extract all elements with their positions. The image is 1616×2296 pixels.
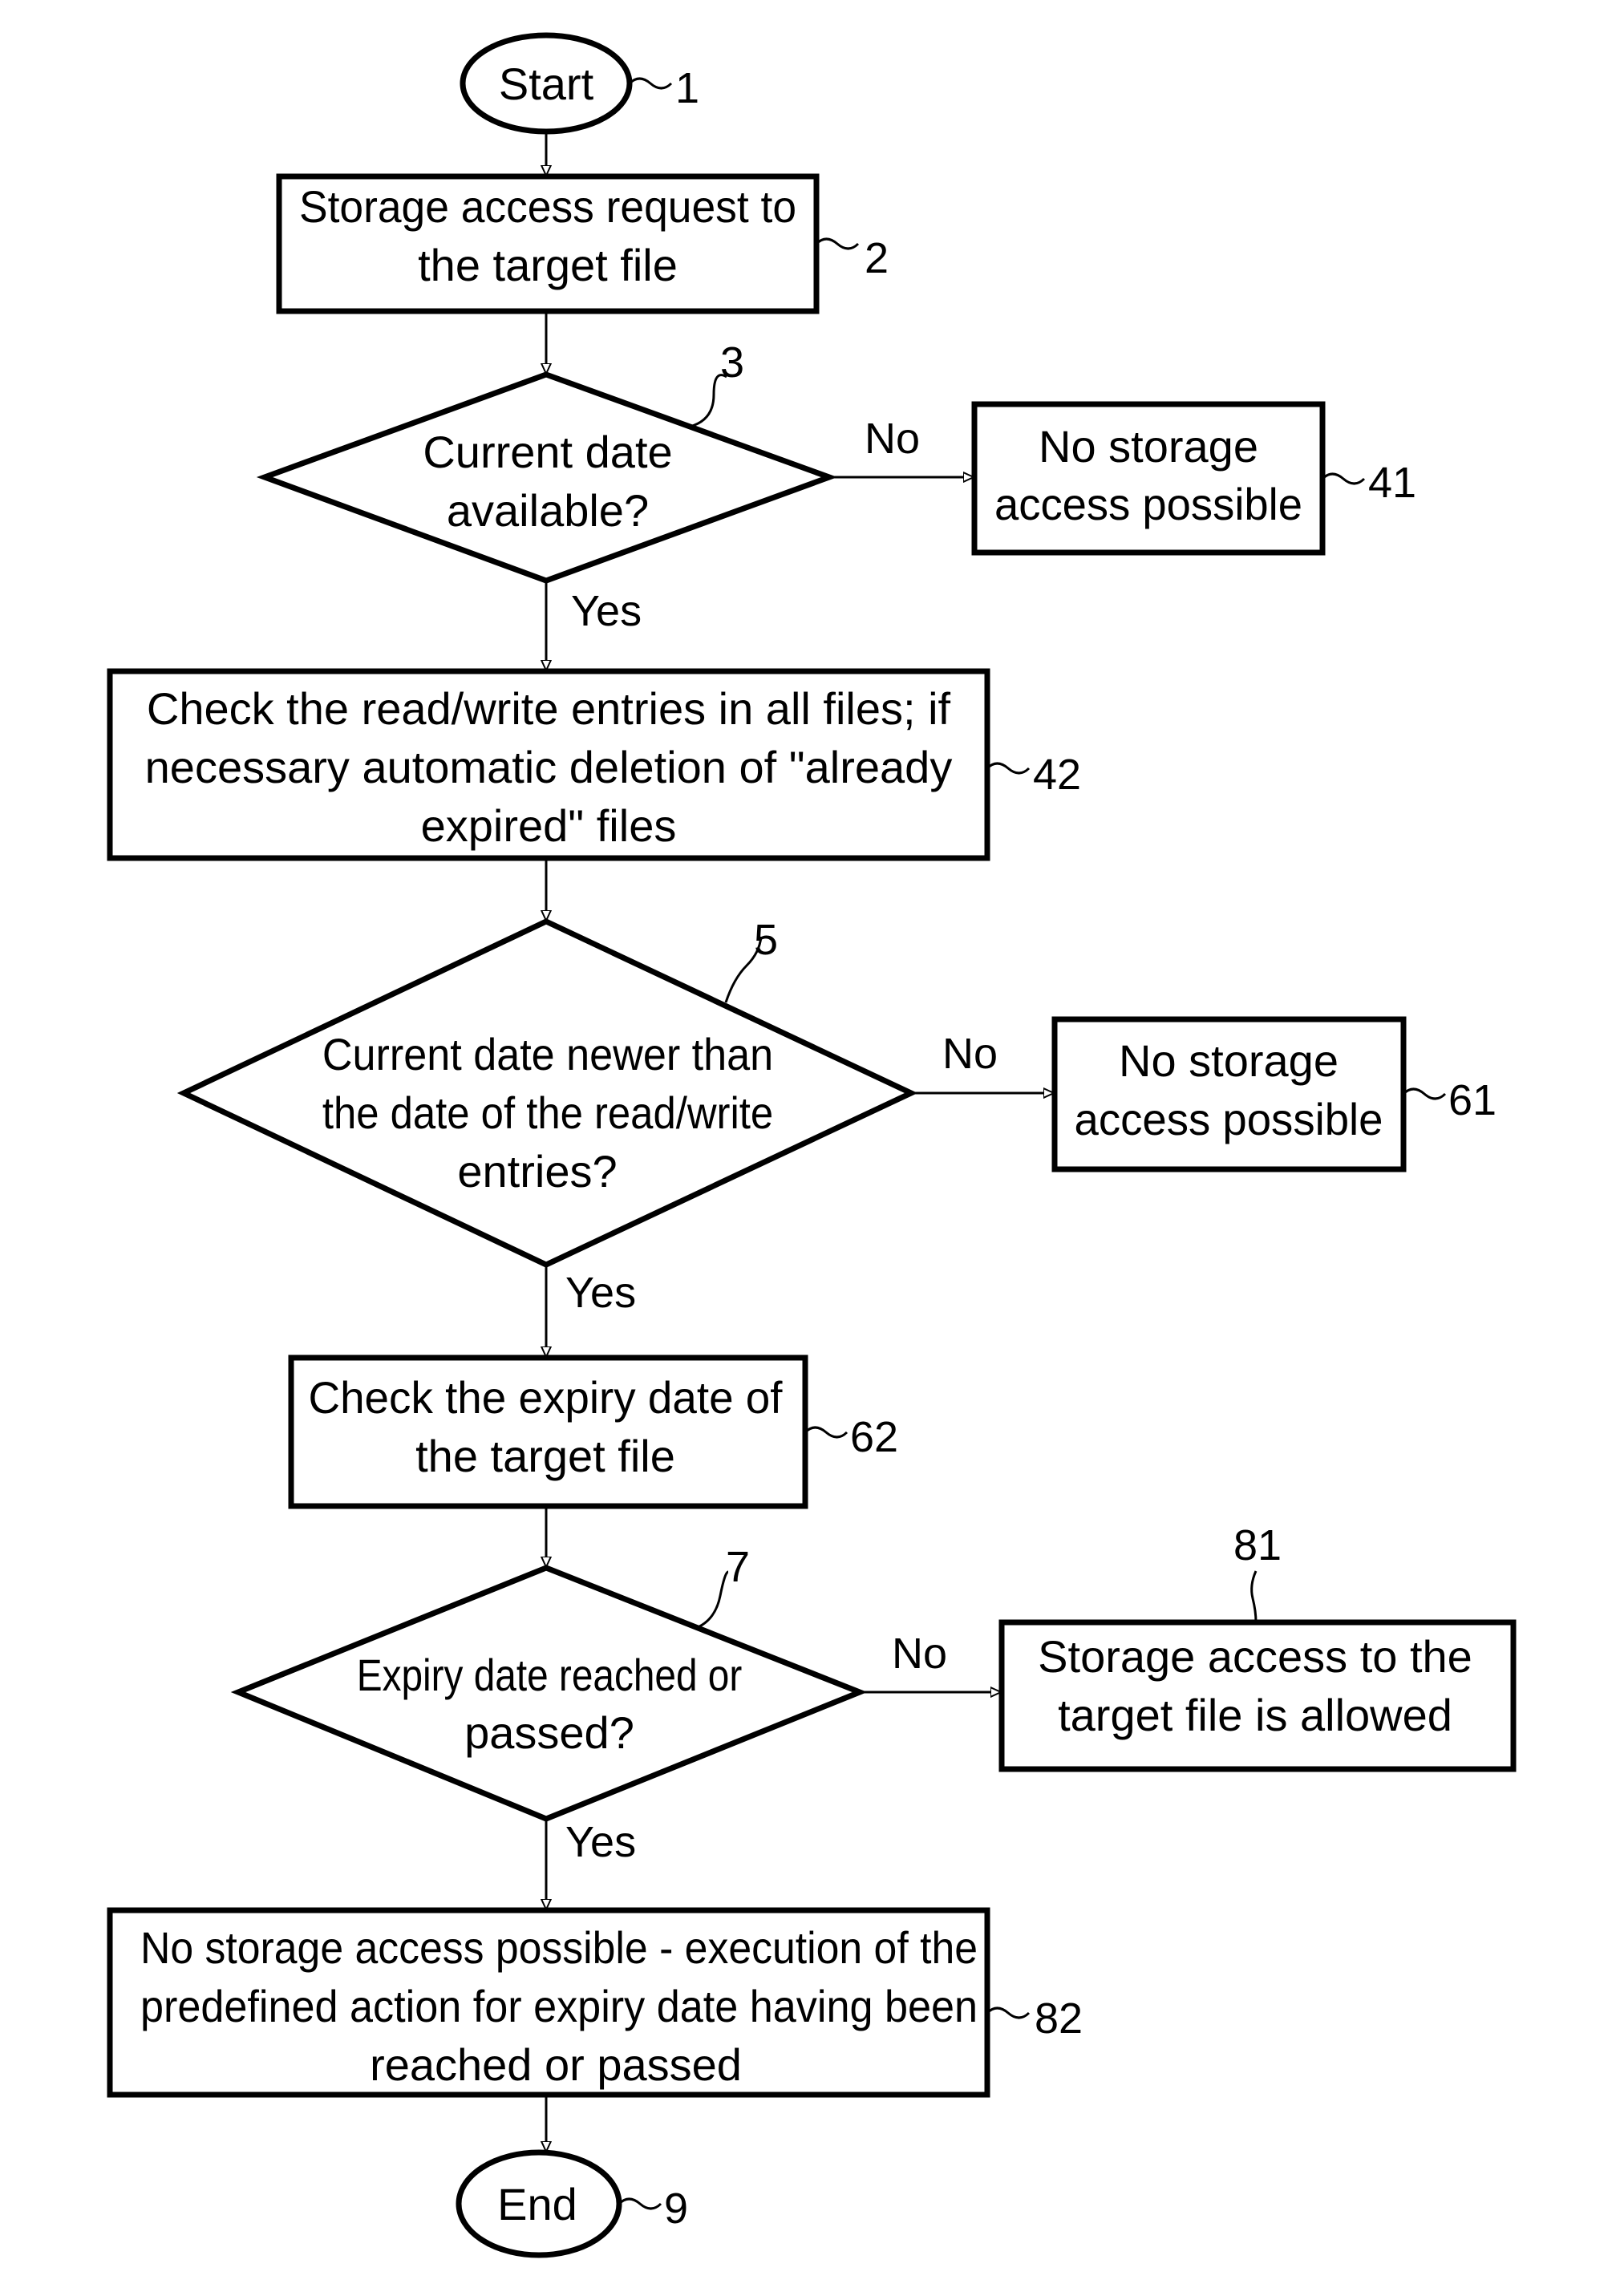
ref-7: 7 [726, 1543, 750, 1591]
node-start-text: Start [499, 59, 594, 109]
node-no-access-2-line-2: access possible [1075, 1094, 1383, 1144]
ref-61: 61 [1448, 1076, 1497, 1124]
node-date-newer-line-3: entries? [457, 1146, 617, 1197]
node-predefined-action-line-3: reached or passed [370, 2039, 742, 2090]
node-check-expiry-line-1: Check the expiry date of [309, 1372, 783, 1423]
node-date-newer-line-1: Current date newer than [322, 1029, 773, 1079]
ref-41: 41 [1368, 459, 1416, 507]
node-request-line-2: the target file [418, 240, 678, 290]
node-access-allowed-line-2: target file is allowed [1058, 1690, 1452, 1740]
node-predefined-action-line-2: predefined action for expiry date having… [140, 1981, 978, 2031]
node-predefined-action: No storage access possible - execution o… [107, 1907, 1083, 2098]
node-no-access-1: No storage access possible 41 [971, 401, 1416, 556]
node-no-access-2-line-1: No storage [1119, 1035, 1339, 1086]
node-access-allowed-line-1: Storage access to the [1038, 1631, 1472, 1682]
node-start: Start 1 [460, 32, 699, 135]
node-date-available-line-2: available? [447, 485, 649, 536]
node-date-newer-line-2: the date of the read/write [322, 1087, 773, 1138]
node-check-entries-line-3: expired" files [421, 800, 677, 851]
node-check-entries: Check the read/write entries in all file… [107, 668, 1081, 861]
edge-label-no-7: No [892, 1630, 947, 1678]
ref-82: 82 [1035, 1994, 1083, 2043]
node-check-expiry-line-2: the target file [415, 1431, 675, 1481]
edge-label-yes-5: Yes [565, 1269, 636, 1317]
node-no-access-2: No storage access possible 61 [1051, 1016, 1497, 1172]
node-no-access-1-line-2: access possible [994, 479, 1302, 529]
node-request: Storage access request to the target fil… [276, 173, 889, 314]
node-expiry-reached-line-2: passed? [464, 1707, 634, 1758]
edge-label-yes-3: Yes [571, 587, 642, 635]
node-check-entries-line-1: Check the read/write entries in all file… [147, 683, 951, 734]
ref-2: 2 [865, 234, 889, 282]
ref-9: 9 [664, 2185, 688, 2233]
node-expiry-reached-line-1: Expiry date reached or [357, 1650, 743, 1700]
node-check-expiry: Check the expiry date of the target file… [288, 1355, 898, 1509]
node-date-available: Current date available? 3 [256, 338, 838, 584]
edge-label-no-3: No [865, 415, 920, 463]
node-no-access-1-line-1: No storage [1039, 421, 1258, 472]
node-end-text: End [497, 2179, 577, 2229]
node-date-newer: Current date newer than the date of the … [176, 916, 918, 1268]
node-date-available-line-1: Current date [423, 427, 672, 477]
ref-3: 3 [720, 338, 744, 387]
node-expiry-reached: Expiry date reached or passed? 7 [230, 1543, 868, 1822]
ref-81: 81 [1233, 1521, 1282, 1569]
node-predefined-action-line-1: No storage access possible - execution o… [140, 1922, 978, 1973]
ref-1: 1 [675, 64, 699, 112]
node-check-entries-line-2: necessary automatic deletion of "already [145, 742, 953, 792]
node-end: End 9 [456, 2149, 688, 2258]
node-request-line-1: Storage access request to [299, 181, 796, 232]
ref-62: 62 [850, 1413, 898, 1461]
flowchart: No Yes No Yes No Yes Start 1 Storage acc… [107, 32, 1517, 2258]
ref-42: 42 [1033, 751, 1081, 799]
ref-5: 5 [754, 916, 778, 964]
node-access-allowed: Storage access to the target file is all… [998, 1521, 1517, 1772]
edge-label-no-5: No [942, 1030, 998, 1078]
edge-label-yes-7: Yes [565, 1818, 636, 1866]
